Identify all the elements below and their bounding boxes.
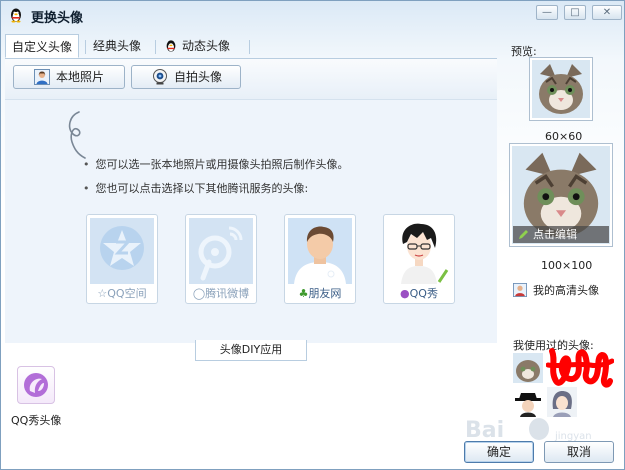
maximize-button[interactable]: □ (564, 5, 586, 20)
service-label: ☆QQ空间 (97, 287, 147, 300)
cancel-button[interactable]: 取消 (544, 441, 614, 463)
tab-custom-avatar[interactable]: 自定义头像 (5, 34, 79, 58)
pengyou-icon (288, 218, 352, 284)
kitten-avatar-small (532, 60, 590, 118)
preview-small-frame (529, 57, 593, 121)
portrait-photo-icon (34, 69, 50, 85)
close-button[interactable]: ✕ (592, 5, 622, 20)
tab-avatar-diy[interactable]: 头像DIY应用 (195, 340, 307, 361)
swirl-decoration-icon (68, 111, 86, 159)
tab-label: 自定义头像 (12, 40, 73, 54)
ok-button[interactable]: 确定 (464, 441, 534, 463)
preview-large-frame[interactable]: 点击编辑 (509, 143, 613, 247)
title-bar: 更换头像 — □ ✕ (1, 1, 624, 29)
maximize-icon: □ (570, 7, 580, 18)
minimize-icon: — (542, 7, 552, 18)
window-title: 更换头像 (31, 11, 84, 26)
bullet-icon: • (83, 158, 90, 171)
change-avatar-dialog: 更换头像 — □ ✕ 自定义头像 经典头像 动态头像 本地照片 自拍头像 • 您… (0, 0, 625, 470)
qq-penguin-icon (11, 8, 21, 23)
service-pengyou[interactable]: ♣朋友网 (284, 214, 356, 304)
service-label: ●QQ秀 (400, 287, 438, 300)
used-avatar-kitten[interactable] (513, 353, 543, 383)
service-label: ◯腾讯微博 (192, 287, 250, 300)
portrait-photo-icon (513, 283, 527, 297)
preview-small-size: 60×60 (545, 130, 583, 143)
webcam-icon (153, 69, 167, 85)
service-weibo[interactable]: ◯腾讯微博 (185, 214, 257, 304)
tab-separator (249, 40, 250, 54)
service-qqshow[interactable]: ●QQ秀 (383, 214, 455, 304)
selfie-button[interactable]: 自拍头像 (131, 65, 241, 89)
tip-line-2: • 您也可以点击选择以下其他腾讯服务的头像: (83, 182, 309, 195)
tab-label: 动态头像 (182, 39, 231, 53)
preview-large-size: 100×100 (541, 259, 593, 272)
service-qzone[interactable]: ☆QQ空间 (86, 214, 158, 304)
tab-animated-avatar[interactable]: 动态头像 (158, 34, 246, 58)
qqshow-icon (387, 218, 451, 284)
close-icon: ✕ (602, 7, 612, 18)
qqshow-app-label: QQ秀头像 (11, 414, 62, 427)
tab-separator (85, 40, 86, 54)
custom-avatar-panel: • 您可以选一张本地照片或用摄像头拍照后制作头像。 • 您也可以点击选择以下其他腾讯… (5, 99, 497, 343)
service-label: ♣朋友网 (298, 287, 342, 300)
local-photo-label: 本地照片 (56, 70, 105, 84)
tab-label: 经典头像 (93, 39, 142, 53)
minimize-button[interactable]: — (536, 5, 558, 20)
qqshow-avatar-app[interactable]: QQ秀头像 (11, 366, 71, 432)
tab-classic-avatar[interactable]: 经典头像 (87, 34, 153, 58)
penguin-icon (166, 40, 176, 52)
weibo-icon (189, 218, 253, 284)
hd-avatar-link[interactable]: 我的高清头像 (513, 282, 599, 298)
pencil-icon (519, 230, 528, 239)
tip-line-1: • 您可以选一张本地照片或用摄像头拍照后制作头像。 (83, 158, 349, 171)
qqshow-app-icon (17, 366, 55, 404)
local-photo-button[interactable]: 本地照片 (13, 65, 125, 89)
avatar-tabs: 自定义头像 经典头像 动态头像 (5, 34, 497, 59)
selfie-label: 自拍头像 (174, 70, 223, 84)
click-edit-bar[interactable]: 点击编辑 (513, 226, 609, 243)
source-toolbar: 本地照片 自拍头像 (5, 59, 497, 99)
bullet-icon: • (83, 182, 90, 195)
tab-separator (155, 40, 156, 54)
svg-text:Bai: Bai (465, 418, 504, 443)
red-scribble-redaction (546, 348, 614, 388)
qzone-icon (90, 218, 154, 284)
